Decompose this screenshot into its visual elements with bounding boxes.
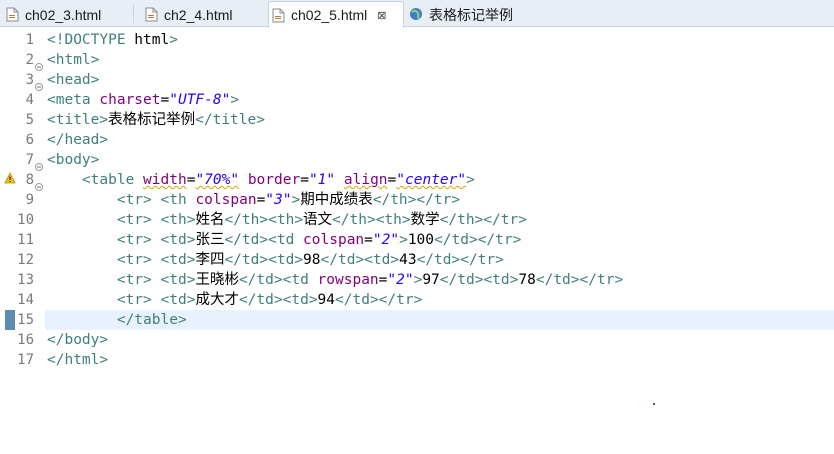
code-line[interactable]: <tr> <td>成大才</td><td>94</td></tr> <box>47 290 422 310</box>
code-line[interactable]: </table> <box>47 310 187 330</box>
code-line[interactable]: <tr> <td>王晓彬</td><td rowspan="2">97</td>… <box>47 270 623 290</box>
code-line[interactable]: <tr> <th colspan="3">期中成绩表</th></tr> <box>47 190 460 210</box>
line-number: 16 <box>17 332 34 348</box>
code-line[interactable]: </head> <box>47 130 108 150</box>
tab-ch02-3[interactable]: ch02_3.html <box>6 2 101 27</box>
stray-dot <box>653 403 655 405</box>
code-line[interactable]: <tr> <th>姓名</th><th>语文</th><th>数学</th></… <box>47 210 527 230</box>
tab-browser-preview[interactable]: 表格标记举例 <box>409 2 513 27</box>
code-line[interactable]: <html> <box>47 50 99 70</box>
line-number: 7 <box>25 152 34 168</box>
html-file-icon <box>272 8 285 23</box>
line-number: 3 <box>25 72 34 88</box>
code-line[interactable]: <!DOCTYPE html> <box>47 30 178 50</box>
line-number: 1 <box>25 32 34 48</box>
close-tab-icon[interactable]: ⊠ <box>377 9 386 22</box>
line-number: 11 <box>17 232 34 248</box>
code-line[interactable]: <tr> <td>张三</td><td colspan="2">100</td>… <box>47 230 522 250</box>
code-line[interactable]: <meta charset="UTF-8"> <box>47 90 239 110</box>
tab-ch02-5[interactable]: ch02_5.html ⊠ <box>268 1 404 28</box>
fold-toggle-icon[interactable] <box>35 176 43 191</box>
line-number: 10 <box>17 212 34 228</box>
tab-label: ch02_5.html <box>291 7 368 23</box>
code-line[interactable]: </body> <box>47 330 108 350</box>
line-number: 2 <box>25 52 34 68</box>
tab-label: 表格标记举例 <box>429 6 513 23</box>
code-line[interactable]: <table width="70%" border="1" align="cen… <box>47 170 475 190</box>
line-number: 5 <box>25 112 34 128</box>
fold-toggle-icon[interactable] <box>35 76 43 91</box>
code-line[interactable]: <body> <box>47 150 99 170</box>
code-line[interactable]: </html> <box>47 350 108 370</box>
code-line[interactable]: <head> <box>47 70 99 90</box>
html-file-icon <box>145 7 158 22</box>
line-number: 17 <box>17 352 34 368</box>
fold-toggle-icon[interactable] <box>35 56 43 71</box>
tab-label: ch2_4.html <box>164 6 233 23</box>
fold-toggle-icon[interactable] <box>35 156 43 171</box>
code-line[interactable]: <title>表格标记举例</title> <box>47 110 265 130</box>
line-number: 14 <box>17 292 34 308</box>
line-number: 8 <box>25 172 34 188</box>
line-number: 6 <box>25 132 34 148</box>
code-line[interactable]: <tr> <td>李四</td><td>98</td><td>43</td></… <box>47 250 504 270</box>
line-number: 9 <box>25 192 34 208</box>
line-number: 4 <box>25 92 34 108</box>
tab-separator <box>133 5 134 23</box>
tab-label: ch02_3.html <box>25 6 102 23</box>
tab-ch2-4[interactable]: ch2_4.html <box>145 2 232 27</box>
editor-tab-bar: ch02_3.html ch2_4.html ch02_5.html ⊠ 表格标… <box>0 0 834 28</box>
html-file-icon <box>6 7 19 22</box>
browser-globe-icon <box>409 7 423 22</box>
line-number: 13 <box>17 272 34 288</box>
line-number: 15 <box>17 312 34 328</box>
line-number: 12 <box>17 252 34 268</box>
